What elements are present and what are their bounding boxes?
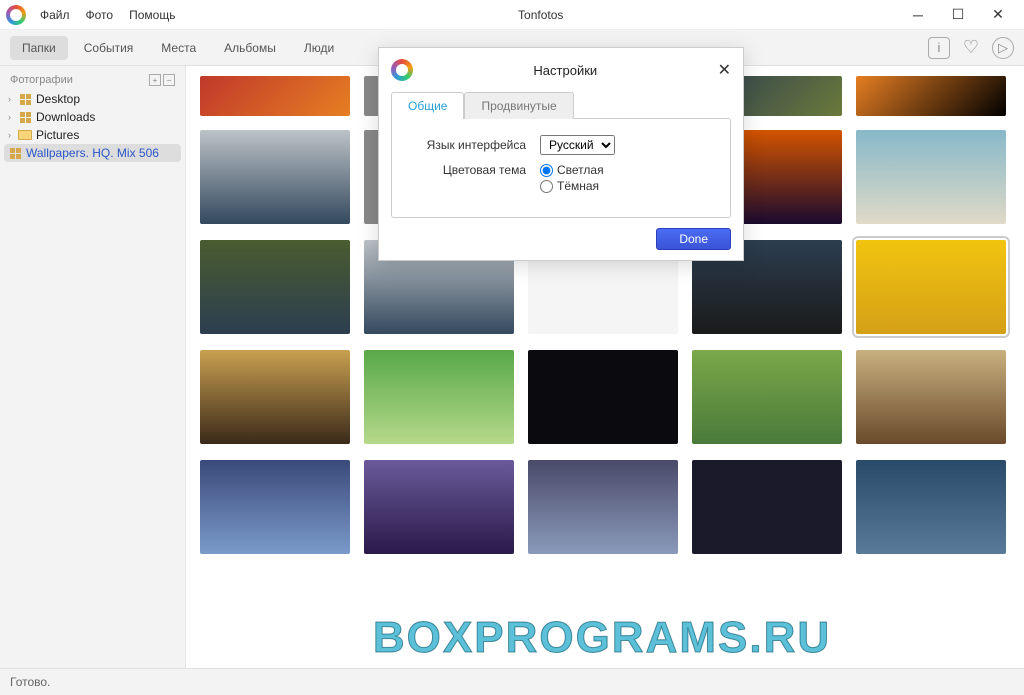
language-label: Язык интерфейса <box>410 138 540 152</box>
thumbnail[interactable] <box>856 350 1006 444</box>
sidebar-header-label: Фотографии <box>10 74 73 86</box>
thumbnail[interactable] <box>200 76 350 116</box>
theme-light-radio[interactable] <box>540 164 553 177</box>
folder-icon <box>18 129 32 141</box>
thumbnail[interactable] <box>200 240 350 334</box>
thumbnail[interactable] <box>856 130 1006 224</box>
thumbnail[interactable] <box>200 350 350 444</box>
dialog-footer: Done <box>379 218 743 260</box>
thumbnail[interactable] <box>528 350 678 444</box>
tab-places[interactable]: Места <box>149 36 208 60</box>
favorite-icon[interactable]: ♡ <box>960 37 982 59</box>
thumbnail[interactable] <box>364 460 514 554</box>
dialog-tabs: Общие Продвинутые <box>379 92 743 119</box>
window-title: Tonfotos <box>183 8 898 22</box>
tab-events[interactable]: События <box>72 36 146 60</box>
theme-dark-radio[interactable] <box>540 180 553 193</box>
done-button[interactable]: Done <box>656 228 731 250</box>
close-button[interactable]: ✕ <box>978 6 1018 23</box>
grid-icon <box>18 93 32 105</box>
dialog-body: Язык интерфейса Русский Цветовая тема Св… <box>391 118 731 218</box>
status-text: Готово. <box>10 675 50 689</box>
app-logo-icon <box>391 59 413 81</box>
tab-folders[interactable]: Папки <box>10 36 68 60</box>
sidebar-item-pictures[interactable]: › Pictures <box>0 126 185 144</box>
grid-icon <box>8 147 22 159</box>
chevron-right-icon: › <box>8 94 18 104</box>
add-folder-button[interactable]: + <box>149 74 161 86</box>
remove-folder-button[interactable]: − <box>163 74 175 86</box>
status-bar: Готово. <box>0 668 1024 695</box>
sidebar-item-label: Desktop <box>36 92 80 106</box>
menu-photo[interactable]: Фото <box>78 8 122 22</box>
sidebar-item-desktop[interactable]: › Desktop <box>0 90 185 108</box>
sidebar-item-label: Wallpapers. HQ. Mix 506 <box>26 146 159 160</box>
chevron-right-icon: › <box>8 130 18 140</box>
app-logo-icon <box>6 5 26 25</box>
thumbnail[interactable] <box>856 240 1006 334</box>
theme-light-option[interactable]: Светлая <box>540 163 670 177</box>
language-select[interactable]: Русский <box>540 135 615 155</box>
maximize-button[interactable]: ☐ <box>938 6 978 23</box>
dialog-tab-general[interactable]: Общие <box>391 92 464 119</box>
sidebar-item-label: Downloads <box>36 110 95 124</box>
minimize-button[interactable]: ─ <box>898 7 938 23</box>
thumbnail[interactable] <box>200 460 350 554</box>
thumbnail[interactable] <box>856 76 1006 116</box>
slideshow-icon[interactable]: ▷ <box>992 37 1014 59</box>
dialog-title: Настройки <box>413 63 718 78</box>
sidebar-item-wallpapers[interactable]: Wallpapers. HQ. Mix 506 <box>4 144 181 162</box>
tab-albums[interactable]: Альбомы <box>212 36 288 60</box>
title-bar: Файл Фото Помощь Tonfotos ─ ☐ ✕ <box>0 0 1024 30</box>
theme-dark-option[interactable]: Тёмная <box>540 179 670 193</box>
menu-file[interactable]: Файл <box>32 8 78 22</box>
settings-dialog: Настройки ✕ Общие Продвинутые Язык интер… <box>378 47 744 261</box>
dialog-close-button[interactable]: ✕ <box>718 60 731 80</box>
sidebar-item-downloads[interactable]: › Downloads <box>0 108 185 126</box>
sidebar-header: Фотографии + − <box>0 70 185 90</box>
thumbnail[interactable] <box>856 460 1006 554</box>
tab-people[interactable]: Люди <box>292 36 346 60</box>
thumbnail[interactable] <box>692 460 842 554</box>
dialog-title-bar: Настройки ✕ <box>379 48 743 92</box>
sidebar-item-label: Pictures <box>36 128 79 142</box>
dialog-tab-advanced[interactable]: Продвинутые <box>464 92 573 119</box>
grid-icon <box>18 111 32 123</box>
thumbnail[interactable] <box>528 460 678 554</box>
theme-label: Цветовая тема <box>410 163 540 177</box>
thumbnail[interactable] <box>692 350 842 444</box>
thumbnail[interactable] <box>200 130 350 224</box>
menu-help[interactable]: Помощь <box>121 8 183 22</box>
info-icon[interactable]: i <box>928 37 950 59</box>
chevron-right-icon: › <box>8 112 18 122</box>
thumbnail[interactable] <box>364 350 514 444</box>
sidebar: Фотографии + − › Desktop › Downloads › P… <box>0 66 186 668</box>
